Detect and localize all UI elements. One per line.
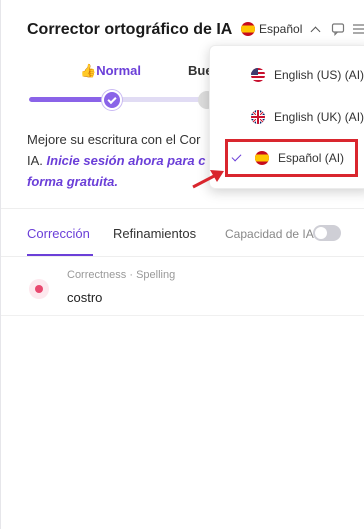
tab-bar: Corrección Refinamientos Capacidad de IA [1,209,364,257]
check-icon [107,94,117,104]
language-option-label: English (UK) (AI) [274,110,364,124]
language-option-en-us[interactable]: English (US) (AI) [210,55,364,95]
issue-card[interactable]: Correctness · Spelling costro [1,258,364,316]
es-flag-icon [255,151,269,165]
thumbs-up-icon: 👍 [80,63,97,78]
toggle-knob [315,227,327,239]
tab-refinamientos[interactable]: Refinamientos [113,226,196,241]
level-slider-thumb[interactable] [102,90,122,110]
active-tab-indicator [27,254,93,256]
language-option-en-uk[interactable]: English (UK) (AI) [210,97,364,137]
issue-category: Correctness · Spelling [67,269,176,281]
app-title: Corrector ortográfico de IA [27,21,233,38]
ai-capacity-toggle[interactable] [313,225,341,241]
menu-icon[interactable] [352,22,364,36]
language-option-label: English (US) (AI) [274,68,364,82]
ai-capacity-label: Capacidad de IA [225,227,314,241]
tab-correccion[interactable]: Corrección [27,226,90,241]
chevron-up-icon [310,26,321,36]
promo-line-2-prefix: IA. [27,153,47,168]
chat-icon[interactable] [331,22,345,36]
language-option-label: Español (AI) [278,151,345,165]
language-selector[interactable]: Español [241,22,321,36]
sign-in-link[interactable]: Inicie sesión ahora para c [47,153,206,168]
level-normal-label: Normal [96,63,141,78]
promo-line-1: Mejore su escritura con el Cor [27,132,201,147]
language-option-es[interactable]: Español (AI) [225,139,358,177]
red-arrow-annotation [192,170,224,189]
issue-word: costro [67,290,103,305]
error-dot-icon [29,279,49,299]
language-selector-label: Español [259,22,303,36]
es-flag-icon [241,22,255,36]
level-normal[interactable]: 👍Normal [80,63,141,79]
us-flag-icon [251,68,265,82]
uk-flag-icon [251,110,265,124]
language-dropdown: English (US) (AI) English (UK) (AI) Espa… [209,45,364,189]
